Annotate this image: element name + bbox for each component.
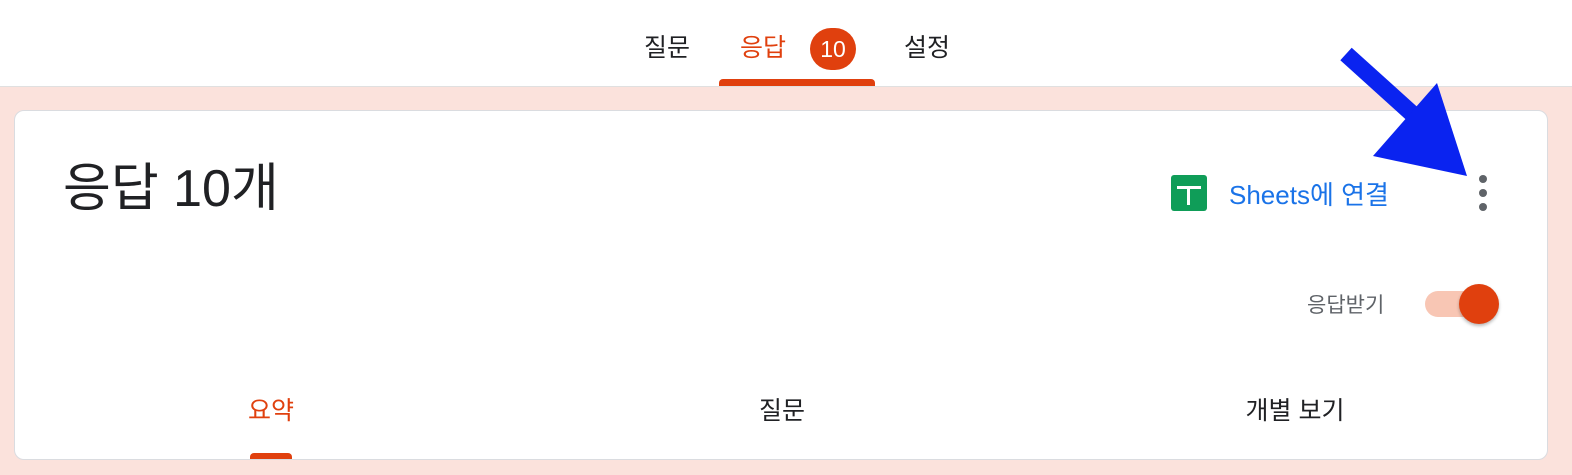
more-vert-icon-dot bbox=[1479, 189, 1487, 197]
subtab-individual[interactable]: 개별 보기 bbox=[1225, 391, 1365, 431]
tab-settings[interactable]: 설정 bbox=[900, 28, 954, 68]
more-vert-icon bbox=[1479, 175, 1487, 183]
active-tab-indicator bbox=[719, 79, 875, 86]
toggle-thumb[interactable] bbox=[1459, 284, 1499, 324]
tab-responses[interactable]: 응답 bbox=[736, 28, 790, 68]
response-count-badge: 10 bbox=[810, 28, 856, 70]
subtab-question[interactable]: 질문 bbox=[727, 391, 837, 431]
subtab-summary[interactable]: 요약 bbox=[219, 391, 323, 431]
link-to-sheets-button[interactable]: Sheets에 연결 bbox=[1171, 173, 1421, 213]
top-navigation: 질문 응답 10 설정 bbox=[0, 0, 1572, 87]
link-to-sheets-label: Sheets에 연결 bbox=[1229, 179, 1389, 210]
subtab-indicator bbox=[250, 453, 292, 459]
responses-card: 응답 10개 Sheets에 연결 응답받기 요약 질문 개별 보기 bbox=[14, 110, 1548, 460]
google-sheets-icon bbox=[1171, 175, 1207, 211]
responses-title: 응답 10개 bbox=[63, 160, 279, 218]
accepting-responses-label: 응답받기 bbox=[1307, 294, 1385, 317]
more-options-button[interactable] bbox=[1468, 171, 1498, 215]
tab-questions[interactable]: 질문 bbox=[640, 28, 694, 68]
more-vert-icon-dot bbox=[1479, 203, 1487, 211]
